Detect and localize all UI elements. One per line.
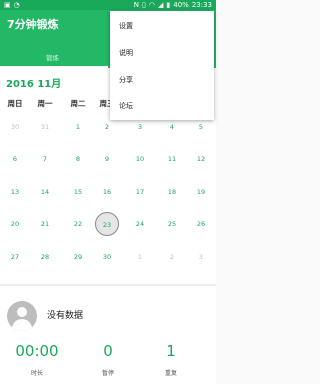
calendar-day[interactable]: 2 xyxy=(160,245,184,269)
calendar-day[interactable]: 13 xyxy=(3,180,27,204)
calendar-day[interactable]: 14 xyxy=(33,180,57,204)
calendar-day[interactable]: 16 xyxy=(95,180,119,204)
calendar-day[interactable]: 10 xyxy=(128,147,152,171)
calendar-day[interactable]: 25 xyxy=(160,212,184,236)
no-data-label: 没有数据 xyxy=(47,311,84,321)
photo-notification-icon: ▣ xyxy=(4,1,11,9)
calendar-day[interactable]: 12 xyxy=(189,147,213,171)
pause-label: 暂停 xyxy=(101,370,114,377)
calendar-day[interactable]: 21 xyxy=(33,212,57,236)
status-right-icons: N ▯ ◠ ◢ ▮ 40% 23:33 xyxy=(134,0,212,10)
repeat-value: 1 xyxy=(166,342,176,360)
weekday-label: 周日 xyxy=(7,99,23,108)
calendar-day[interactable]: 3 xyxy=(189,245,213,269)
calendar-day[interactable]: 29 xyxy=(66,245,90,269)
calendar-day[interactable]: 11 xyxy=(160,147,184,171)
weekday-label: 周一 xyxy=(37,99,53,108)
calendar-day[interactable]: 1 xyxy=(128,245,152,269)
calendar-day[interactable]: 22 xyxy=(66,212,90,236)
calendar-day-today[interactable]: 23 xyxy=(95,212,119,236)
calendar-day[interactable]: 28 xyxy=(33,245,57,269)
overflow-menu: 设置 说明 分享 论坛 xyxy=(110,11,214,120)
calendar-day[interactable]: 6 xyxy=(3,147,27,171)
nfc-icon: N xyxy=(133,1,140,9)
status-left-icons: ▣ ◔ xyxy=(4,0,20,10)
calendar-day[interactable]: 8 xyxy=(66,147,90,171)
clock: 23:33 xyxy=(191,1,212,9)
menu-item-instructions[interactable]: 说明 xyxy=(110,40,214,67)
calendar-day[interactable]: 27 xyxy=(3,245,27,269)
calendar-day[interactable]: 15 xyxy=(66,180,90,204)
battery-percent: 40% xyxy=(173,1,189,9)
calendar-day[interactable]: 1 xyxy=(66,115,90,139)
tab-workout[interactable]: 锻炼 xyxy=(46,52,59,62)
duration-label: 时长 xyxy=(30,370,43,377)
wifi-icon: ◠ xyxy=(148,1,155,9)
calendar-day[interactable]: 18 xyxy=(160,180,184,204)
battery-icon: ▮ xyxy=(166,1,171,9)
avatar-body-icon xyxy=(12,319,32,331)
app-title: 7分钟锻炼 xyxy=(7,18,59,31)
avatar-head-icon xyxy=(17,307,27,317)
pause-value: 0 xyxy=(103,342,113,360)
duration-value: 00:00 xyxy=(15,342,59,360)
calendar-day[interactable]: 19 xyxy=(189,180,213,204)
menu-item-forum[interactable]: 论坛 xyxy=(110,93,214,120)
menu-item-settings[interactable]: 设置 xyxy=(110,13,214,40)
whatsapp-notification-icon: ◔ xyxy=(13,1,20,9)
calendar-day[interactable]: 30 xyxy=(3,115,27,139)
calendar-day[interactable]: 31 xyxy=(33,115,57,139)
month-title: 2016 11月 xyxy=(6,79,62,90)
signal-icon: ◢ xyxy=(158,1,164,9)
calendar-day[interactable]: 17 xyxy=(128,180,152,204)
weekday-label: 周二 xyxy=(70,99,86,108)
workout-summary: 没有数据 00:00 时长 0 暂停 1 重复 xyxy=(0,286,216,384)
calendar-day[interactable]: 7 xyxy=(33,147,57,171)
avatar[interactable] xyxy=(7,301,37,331)
repeat-label: 重复 xyxy=(164,370,177,377)
status-bar: ▣ ◔ N ▯ ◠ ◢ ▮ 40% 23:33 xyxy=(0,0,216,10)
calendar-day[interactable]: 9 xyxy=(95,147,119,171)
calendar-day[interactable]: 24 xyxy=(128,212,152,236)
menu-item-share[interactable]: 分享 xyxy=(110,67,214,94)
calendar-day[interactable]: 26 xyxy=(189,212,213,236)
calendar-day[interactable]: 20 xyxy=(3,212,27,236)
vibrate-icon: ▯ xyxy=(142,1,146,9)
calendar-day[interactable]: 30 xyxy=(95,245,119,269)
